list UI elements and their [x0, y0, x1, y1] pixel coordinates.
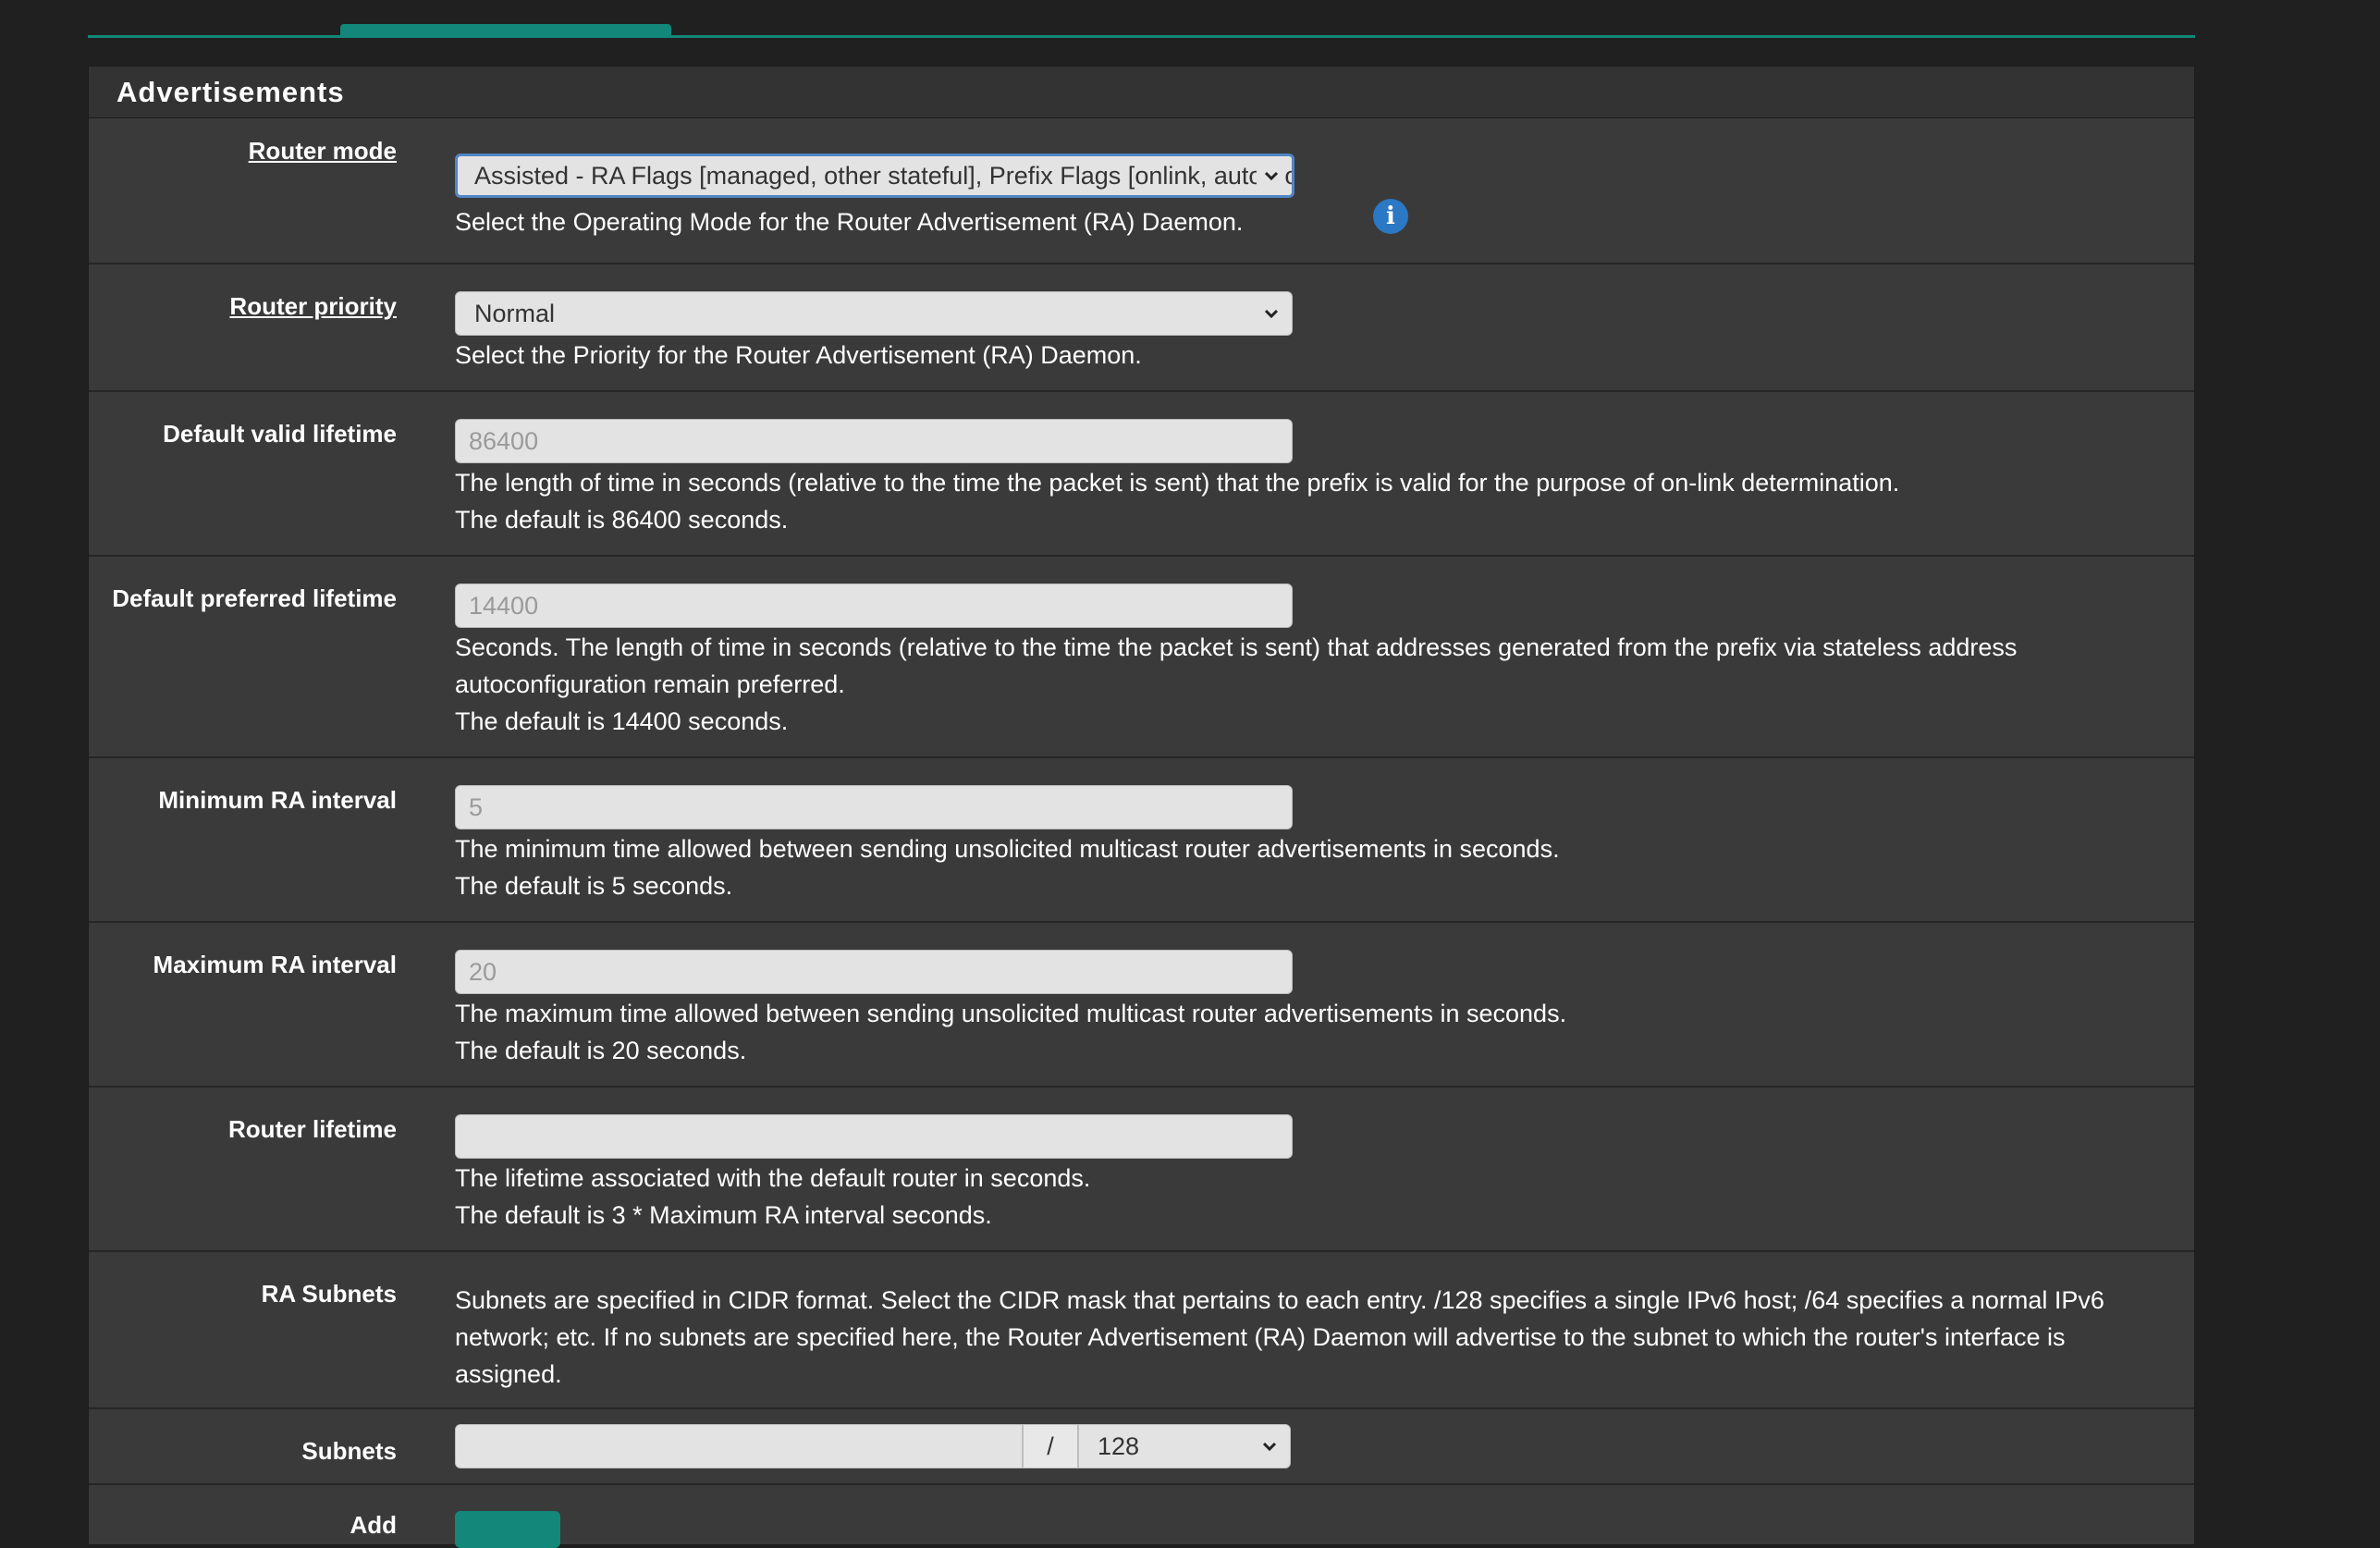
tab-strip	[88, 0, 2195, 38]
chevron-down-icon	[1255, 1425, 1282, 1468]
ra-subnets-label: RA Subnets	[261, 1280, 397, 1308]
subnets-row: Subnets / 128	[89, 1409, 2194, 1485]
max-ra-interval-label: Maximum RA interval	[153, 951, 397, 978]
default-preferred-lifetime-label: Default preferred lifetime	[112, 584, 397, 612]
ra-subnets-help: Subnets are specified in CIDR format. Se…	[455, 1286, 2104, 1388]
subnet-address-input[interactable]	[455, 1424, 1023, 1468]
default-preferred-lifetime-help: Seconds. The length of time in seconds (…	[455, 633, 2018, 735]
max-ra-interval-help: The maximum time allowed between sending…	[455, 1000, 1567, 1064]
default-valid-lifetime-row: Default valid lifetime 86400 The length …	[89, 392, 2194, 557]
router-lifetime-help: The lifetime associated with the default…	[455, 1164, 1091, 1229]
router-lifetime-row: Router lifetime The lifetime associated …	[89, 1087, 2194, 1252]
router-lifetime-label: Router lifetime	[227, 1115, 397, 1143]
router-priority-select[interactable]: Normal	[455, 291, 1293, 336]
router-mode-value: Assisted - RA Flags [managed, other stat…	[474, 162, 1294, 190]
default-valid-lifetime-input[interactable]: 86400	[455, 419, 1293, 463]
default-preferred-lifetime-placeholder: 14400	[469, 592, 539, 620]
chevron-down-icon	[1257, 292, 1284, 335]
router-mode-help: Select the Operating Mode for the Router…	[455, 208, 1244, 236]
cidr-mask-value: 128	[1098, 1432, 1140, 1460]
default-valid-lifetime-placeholder: 86400	[469, 427, 539, 455]
cidr-mask-select[interactable]: 128	[1078, 1424, 1291, 1468]
min-ra-interval-label: Minimum RA interval	[158, 786, 397, 814]
router-mode-select[interactable]: Assisted - RA Flags [managed, other stat…	[455, 154, 1294, 198]
default-valid-lifetime-help: The length of time in seconds (relative …	[455, 469, 1900, 534]
min-ra-interval-input[interactable]: 5	[455, 785, 1293, 829]
router-priority-help: Select the Priority for the Router Adver…	[455, 341, 1142, 369]
max-ra-interval-placeholder: 20	[469, 958, 497, 986]
min-ra-interval-row: Minimum RA interval 5 The minimum time a…	[89, 758, 2194, 923]
cidr-separator: /	[1023, 1424, 1078, 1468]
default-preferred-lifetime-row: Default preferred lifetime 14400 Seconds…	[89, 557, 2194, 758]
router-lifetime-input[interactable]	[455, 1114, 1293, 1159]
router-mode-row: Router mode Assisted - RA Flags [managed…	[89, 118, 2194, 264]
router-priority-row: Router priority Normal Select the Priori…	[89, 264, 2194, 392]
min-ra-interval-help: The minimum time allowed between sending…	[455, 835, 1560, 900]
add-label: Add	[350, 1511, 397, 1539]
active-tab-indicator[interactable]	[340, 24, 671, 35]
advertisements-panel: Advertisements Router mode Assisted - RA…	[88, 66, 2195, 1548]
default-valid-lifetime-label: Default valid lifetime	[163, 420, 397, 448]
panel-title: Advertisements	[89, 67, 2194, 118]
add-button[interactable]	[455, 1511, 560, 1548]
subnets-label: Subnets	[301, 1437, 397, 1465]
chevron-down-icon	[1257, 156, 1284, 195]
router-mode-label[interactable]: Router mode	[249, 137, 397, 166]
router-priority-label[interactable]: Router priority	[229, 292, 397, 321]
router-priority-value: Normal	[474, 300, 556, 327]
ra-subnets-row: RA Subnets Subnets are specified in CIDR…	[89, 1252, 2194, 1409]
min-ra-interval-placeholder: 5	[469, 793, 484, 821]
max-ra-interval-row: Maximum RA interval 20 The maximum time …	[89, 923, 2194, 1087]
info-icon[interactable]: i	[1373, 199, 1408, 234]
max-ra-interval-input[interactable]: 20	[455, 950, 1293, 994]
default-preferred-lifetime-input[interactable]: 14400	[455, 584, 1293, 628]
